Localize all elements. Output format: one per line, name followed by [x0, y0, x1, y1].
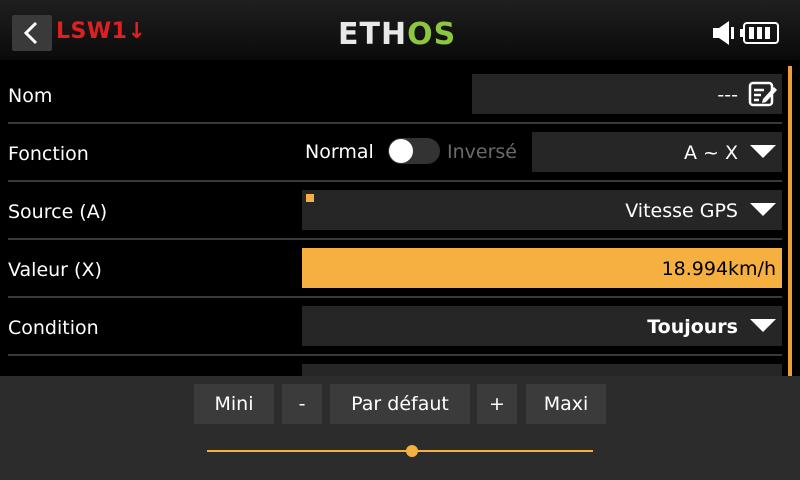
value-slider-handle[interactable]	[405, 445, 418, 457]
header-bar: LSW1↓ ETHOS	[0, 0, 800, 60]
value-label: Valeur (X)	[8, 259, 102, 281]
invert-toggle[interactable]	[388, 138, 440, 164]
toggle-knob	[389, 139, 413, 163]
battery-icon	[740, 22, 779, 44]
value-slider-track[interactable]	[207, 450, 593, 452]
condition-value: Toujours	[647, 316, 738, 338]
value-number: 18.994km/h	[661, 258, 776, 280]
dropdown-icon	[750, 145, 776, 158]
name-label: Nom	[8, 85, 53, 107]
row-source: Source (A) Vitesse GPS	[0, 182, 786, 240]
maxi-button[interactable]: Maxi	[526, 384, 606, 424]
ethos-logo: ETHOS	[338, 17, 457, 52]
mini-button[interactable]: Mini	[194, 384, 274, 424]
condition-label: Condition	[8, 317, 99, 339]
source-label: Source (A)	[8, 201, 108, 223]
edit-icon[interactable]	[748, 80, 778, 108]
row-function: Fonction Normal Inversé A ~ X	[0, 124, 786, 182]
switch-title: LSW1↓	[56, 19, 147, 44]
row-divider	[8, 354, 782, 356]
name-field[interactable]: ---	[472, 74, 782, 114]
default-button[interactable]: Par défaut	[330, 384, 470, 424]
source-value: Vitesse GPS	[625, 200, 738, 222]
row-condition: Condition Toujours	[0, 298, 786, 356]
function-value: A ~ X	[683, 142, 738, 164]
increment-button[interactable]: +	[477, 384, 517, 424]
back-arrow-icon	[23, 21, 38, 45]
name-value: ---	[717, 84, 738, 106]
value-editor-panel: Mini - Par défaut + Maxi	[0, 376, 800, 480]
back-button[interactable]	[12, 15, 52, 51]
source-indicator	[306, 194, 314, 202]
dropdown-icon	[750, 203, 776, 216]
toggle-normal-label: Normal	[305, 141, 374, 163]
function-dropdown[interactable]: A ~ X	[532, 132, 782, 172]
source-dropdown[interactable]: Vitesse GPS	[302, 190, 782, 230]
toggle-inverse-label: Inversé	[447, 141, 517, 163]
condition-dropdown[interactable]: Toujours	[302, 306, 782, 346]
scrollbar[interactable]	[788, 66, 792, 376]
settings-list: Nom --- Fonction Normal Inversé A ~ X So…	[0, 66, 786, 376]
row-name: Nom ---	[0, 66, 786, 124]
value-field[interactable]: 18.994km/h	[302, 248, 782, 288]
speaker-icon	[713, 21, 734, 45]
next-row-field[interactable]	[302, 364, 782, 376]
function-label: Fonction	[8, 143, 89, 165]
row-value: Valeur (X) 18.994km/h	[0, 240, 786, 298]
dropdown-icon	[750, 319, 776, 332]
decrement-button[interactable]: -	[282, 384, 322, 424]
